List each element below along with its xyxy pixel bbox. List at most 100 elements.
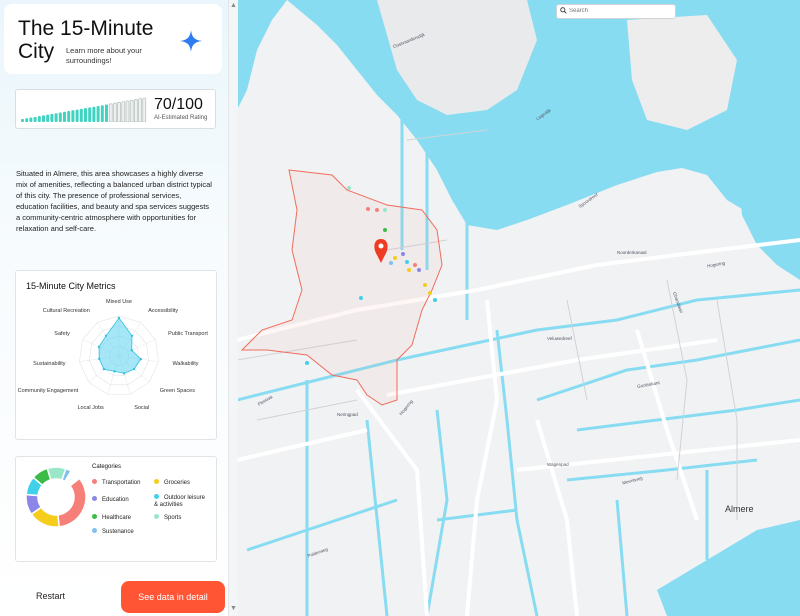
radar-axis-label: Local Jobs [77,404,104,411]
donut-slice [57,477,87,528]
rating-bar-segment [46,114,50,122]
radar-axis-label: Accessibility [148,307,179,314]
scroll-up-icon[interactable]: ▲ [230,2,237,10]
rating-bar-segment [108,103,113,122]
radar-axis-label: Social [134,404,150,411]
city-label: Almere [725,504,754,514]
rating-bar-segment [79,108,83,122]
header-card: The 15-Minute City Learn more about your… [4,4,222,74]
map-view[interactable]: Oostvaardersdijk Lagedijk Hogering Noord… [237,0,800,616]
road-label: Neringpad [337,412,358,417]
scroll-down-icon[interactable]: ▼ [230,605,237,613]
water-south-lake [657,520,800,616]
metrics-card: 15-Minute City Metrics Mixed Use Accessib… [15,270,217,440]
search-icon [560,7,567,14]
rating-bar-segment [29,117,33,122]
legend-dot-icon [154,494,159,499]
categories-title: Categories [92,464,122,470]
rating-bar-segment [121,101,126,122]
rating-bar-segment [67,111,71,122]
legend-item: Groceries [154,479,191,487]
legend-item: Education [92,496,129,504]
legend-dot-icon [92,479,97,484]
rating-bar-segment [58,112,62,122]
legend-dot-icon [92,496,97,501]
legend-label: Transportation [102,480,141,487]
rating-bar-segment [113,102,117,122]
radar-point [97,345,101,349]
legend-label: Education [102,497,129,504]
metrics-radar-chart [79,315,159,395]
radar-point [130,348,133,352]
radar-point [139,357,142,361]
radar-axis-label: Community Engagement [17,388,79,395]
panel-scrollbar[interactable]: ▲ ▼ [228,0,238,616]
rating-bar-segment [63,111,66,122]
search-input[interactable] [569,6,669,16]
radar-axis-label: Walkability [172,360,199,367]
road-label: Veluwedreef [547,336,572,341]
rating-bar-segment [96,105,100,122]
categories-donut-chart [25,466,87,528]
rating-bar-segment [117,102,121,122]
legend-item: Healthcare [92,514,132,522]
restart-button[interactable]: Restart [36,591,65,601]
radar-point [102,367,106,371]
radar-point [98,357,101,361]
info-panel: The 15-Minute City Learn more about your… [0,0,229,616]
legend-label: Healthcare [102,515,132,522]
rating-bar-segment [84,108,87,122]
legend-dot-icon [92,514,97,519]
water-right-bay [737,120,800,280]
rating-bar-segment [37,116,41,122]
sparkle-icon [180,30,202,52]
see-data-detail-button[interactable]: See data in detail [121,581,225,613]
rating-bar-segment [105,104,108,122]
rating-bar-segment [129,99,134,122]
categories-card: Categories Transportation Groceries Educat… [15,456,217,562]
rating-bar-meter [21,97,147,122]
legend-item: Sustenance [92,528,134,536]
legend-item: Outdoor leisure & activities [154,494,210,509]
rating-bar-segment [50,113,54,122]
legend-dot-icon [154,514,159,519]
radar-point [117,316,121,320]
radar-area [98,317,142,374]
legend-label: Outdoor leisure & activities [154,495,206,509]
legend-dot-icon [154,479,159,484]
water-north-harbour [237,0,287,110]
legend-label: Sports [164,515,182,522]
rating-bar-segment [75,109,79,122]
search-box[interactable] [556,4,676,19]
rating-bar-segment [92,106,96,122]
rating-score: 70/100 [154,96,203,113]
road-label: Noorderkanaal [617,250,647,255]
radar-point [113,370,116,373]
area-description: Situated in Almere, this area showcases … [16,169,212,233]
fifteen-minute-boundary [240,169,443,406]
radar-point [130,334,134,338]
rating-bar-segment [54,113,58,122]
rating-bar-segment [125,100,130,122]
rating-card: 70/100 AI-Estimated Rating [15,89,216,129]
legend-dot-icon [92,528,97,533]
legend-item: Sports [154,514,182,522]
radar-axis-label: Green Spaces [159,388,195,395]
map-canvas[interactable] [237,0,800,616]
legend-label: Sustenance [102,529,134,536]
rating-bar-segment [88,107,92,122]
rating-bar-segment [134,99,138,122]
radar-point [104,334,108,338]
radar-point [132,367,136,371]
rating-bar-segment [100,105,104,122]
road-label: Wagenpad [547,462,569,467]
legend-item: Transportation [92,479,141,487]
rating-bar-segment [71,110,75,122]
page-subtitle: Learn more about your surroundings! [66,46,142,65]
legend-label: Groceries [164,480,191,487]
radar-axis-label: Safety [54,330,70,337]
radar-axis-label: Cultural Recreation [42,307,90,314]
rating-bar-segment [142,97,147,122]
rating-bar-segment [138,98,142,122]
radar-axis-label: Public Transport [168,330,208,337]
